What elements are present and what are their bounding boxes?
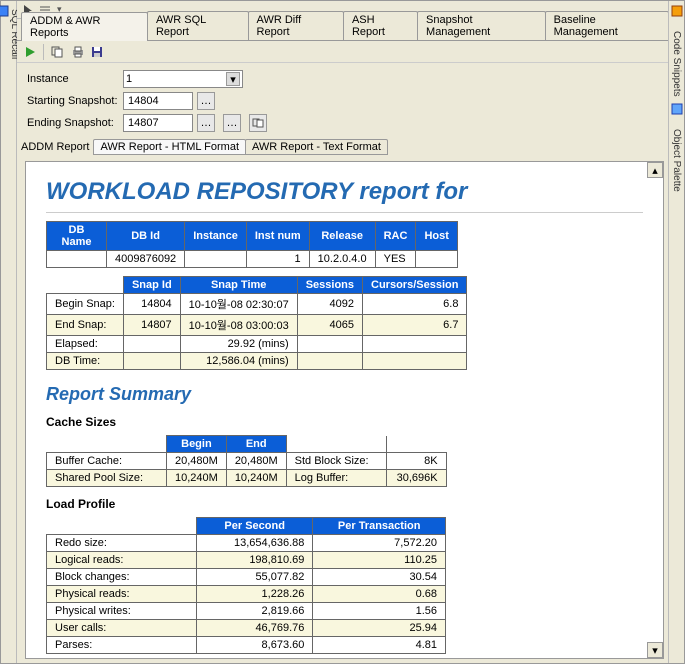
tab-baseline-mgmt[interactable]: Baseline Management — [545, 11, 669, 40]
code-snippets-label[interactable]: Code Snippets — [671, 23, 682, 97]
snapshot-form: Instance 1 ▾ Starting Snapshot: 14804 … … — [17, 63, 668, 137]
run-icon[interactable] — [23, 45, 37, 59]
cache-heading: Cache Sizes — [46, 415, 643, 429]
snapshot-table: Snap Id Snap Time Sessions Cursors/Sessi… — [46, 276, 467, 370]
left-dock: SQL Recall — [1, 1, 17, 663]
tab-awr-diff[interactable]: AWR Diff Report — [248, 11, 344, 40]
table-row: Shared Pool Size: 10,240M 10,240M Log Bu… — [47, 470, 447, 487]
load-profile-table: Per Second Per Transaction Redo size:13,… — [46, 517, 446, 654]
load-heading: Load Profile — [46, 497, 643, 511]
addm-report-label: ADDM Report — [21, 141, 89, 153]
scroll-down-button[interactable]: ▾ — [647, 642, 663, 658]
table-row: Parses:8,673.604.81 — [47, 637, 446, 654]
right-dock: Code Snippets Object Palette — [668, 1, 684, 663]
object-palette-icon[interactable] — [671, 103, 683, 115]
subtab-html[interactable]: AWR Report - HTML Format — [93, 139, 246, 155]
cache-table: Begin End Buffer Cache: 20,480M 20,480M … — [46, 435, 447, 487]
end-snapshot-label: Ending Snapshot: — [27, 117, 123, 129]
subtab-text[interactable]: AWR Report - Text Format — [245, 139, 388, 155]
report-subtabs: ADDM Report AWR Report - HTML Format AWR… — [17, 137, 668, 157]
table-row: Logical reads:198,810.69110.25 — [47, 552, 446, 569]
app-root: SQL Recall ▾ ADDM & AWR Reports AWR SQL … — [0, 0, 685, 664]
table-row: User calls:46,769.7625.94 — [47, 620, 446, 637]
table-row: Block changes:55,077.8230.54 — [47, 569, 446, 586]
start-snapshot-label: Starting Snapshot: — [27, 95, 123, 107]
code-snippets-icon[interactable] — [671, 5, 683, 17]
instance-value: 1 — [126, 73, 132, 85]
report-viewport: ▴ ▾ WORKLOAD REPOSITORY report for DB Na… — [25, 161, 664, 659]
save-icon[interactable] — [90, 45, 104, 59]
table-row: Buffer Cache: 20,480M 20,480M Std Block … — [47, 453, 447, 470]
main-tabstrip: ADDM & AWR Reports AWR SQL Report AWR Di… — [17, 19, 668, 41]
start-snapshot-input[interactable]: 14804 — [123, 92, 193, 110]
tab-snapshot-mgmt[interactable]: Snapshot Management — [417, 11, 546, 40]
table-row: End Snap: 14807 10-10월-08 03:00:03 4065 … — [47, 315, 467, 336]
scroll-up-button[interactable]: ▴ — [647, 162, 663, 178]
print-icon[interactable] — [70, 45, 84, 59]
chevron-down-icon[interactable]: ▾ — [226, 72, 240, 86]
table-row: Physical writes:2,819.661.56 — [47, 603, 446, 620]
copy-icon[interactable] — [50, 45, 64, 59]
start-snapshot-browse-button[interactable]: … — [197, 92, 215, 110]
summary-heading: Report Summary — [46, 384, 643, 405]
instance-label: Instance — [27, 73, 123, 85]
end-snapshot-input[interactable]: 14807 — [123, 114, 193, 132]
table-row: DB Time: 12,586.04 (mins) — [47, 353, 467, 370]
table-row: Physical reads:1,228.260.68 — [47, 586, 446, 603]
table-row: Redo size:13,654,636.887,572.20 — [47, 535, 446, 552]
tab-ash[interactable]: ASH Report — [343, 11, 418, 40]
report-title: WORKLOAD REPOSITORY report for — [46, 178, 643, 213]
instance-combo[interactable]: 1 ▾ — [123, 70, 243, 88]
tab-addm-awr[interactable]: ADDM & AWR Reports — [21, 12, 148, 41]
table-row: 4009876092 1 10.2.0.4.0 YES — [47, 251, 458, 268]
end-snapshot-browse-button[interactable]: … — [197, 114, 215, 132]
db-info-table: DB Name DB Id Instance Inst num Release … — [46, 221, 458, 268]
copy-range-button[interactable] — [249, 114, 267, 132]
sql-recall-icon[interactable] — [0, 5, 9, 20]
tab-awr-sql[interactable]: AWR SQL Report — [147, 11, 249, 40]
table-row: Begin Snap: 14804 10-10월-08 02:30:07 409… — [47, 294, 467, 315]
action-toolbar — [17, 41, 668, 63]
separator — [43, 44, 44, 60]
table-row: Elapsed: 29.92 (mins) — [47, 336, 467, 353]
range-browse-button[interactable]: … — [223, 114, 241, 132]
object-palette-label[interactable]: Object Palette — [671, 121, 682, 192]
